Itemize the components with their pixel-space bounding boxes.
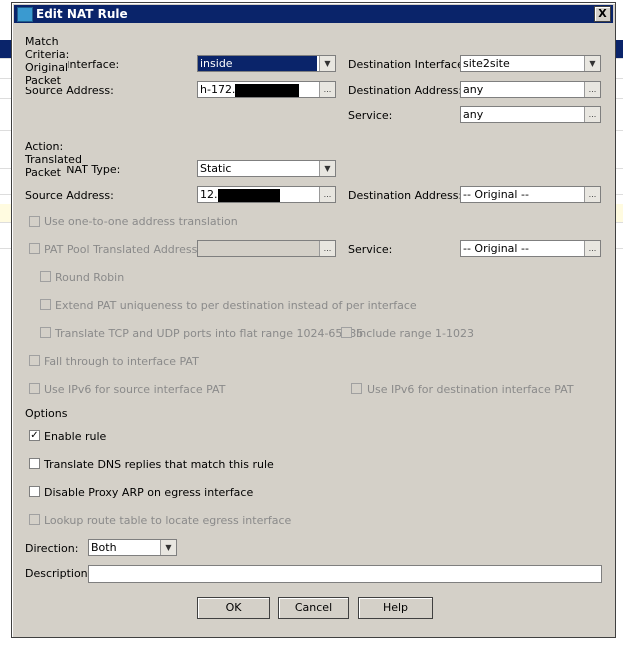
ok-button[interactable]: OK xyxy=(197,597,270,619)
close-button[interactable]: X xyxy=(594,6,611,22)
destination-address-field[interactable]: any... xyxy=(460,81,601,98)
translated-source-address-field[interactable]: 12.... xyxy=(197,186,336,203)
fall-through-label: Fall through to interface PAT xyxy=(44,355,199,368)
browse-button[interactable]: ... xyxy=(584,241,600,256)
help-button[interactable]: Help xyxy=(358,597,433,619)
extend-pat-checkbox[interactable] xyxy=(40,299,51,310)
source-interface-select[interactable]: inside ▼ xyxy=(197,55,336,72)
lookup-route-label: Lookup route table to locate egress inte… xyxy=(44,514,292,527)
service-field[interactable]: any... xyxy=(460,106,601,123)
translated-destination-address-label: Destination Address: xyxy=(348,189,463,202)
disable-proxy-arp-checkbox[interactable] xyxy=(29,486,40,497)
chevron-down-icon[interactable]: ▼ xyxy=(319,56,335,71)
translate-dns-label: Translate DNS replies that match this ru… xyxy=(44,458,274,471)
one-to-one-label: Use one-to-one address translation xyxy=(44,215,238,228)
dialog-title: Edit NAT Rule xyxy=(36,7,128,21)
chevron-down-icon[interactable]: ▼ xyxy=(584,56,600,71)
translate-ports-label: Translate TCP and UDP ports into flat ra… xyxy=(55,327,364,340)
include-range-label: Include range 1-1023 xyxy=(356,327,474,340)
enable-rule-label: Enable rule xyxy=(44,430,107,443)
destination-interface-label: Destination Interface: xyxy=(348,58,468,71)
round-robin-label: Round Robin xyxy=(55,271,125,284)
browse-button[interactable]: ... xyxy=(319,82,335,97)
one-to-one-checkbox[interactable] xyxy=(29,216,40,227)
browse-button[interactable]: ... xyxy=(319,241,335,256)
lookup-route-checkbox[interactable] xyxy=(29,514,40,525)
title-bar[interactable]: Edit NAT Rule X xyxy=(14,5,613,23)
fall-through-checkbox[interactable] xyxy=(29,355,40,366)
ipv6-dest-checkbox[interactable] xyxy=(351,383,362,394)
include-range-checkbox[interactable] xyxy=(341,327,352,338)
app-icon xyxy=(17,7,33,22)
translated-service-field[interactable]: -- Original --... xyxy=(460,240,601,257)
translate-ports-checkbox[interactable] xyxy=(40,327,51,338)
translated-source-address-label: Source Address: xyxy=(25,189,114,202)
description-label: Description: xyxy=(25,567,92,580)
chevron-down-icon[interactable]: ▼ xyxy=(160,540,176,555)
service-label: Service: xyxy=(348,109,393,122)
pat-pool-field[interactable]: ... xyxy=(197,240,336,257)
redacted-block xyxy=(235,83,300,97)
ipv6-source-label: Use IPv6 for source interface PAT xyxy=(44,383,226,396)
direction-select[interactable]: Both ▼ xyxy=(88,539,177,556)
nat-type-select[interactable]: Static ▼ xyxy=(197,160,336,177)
disable-proxy-arp-label: Disable Proxy ARP on egress interface xyxy=(44,486,254,499)
browse-button[interactable]: ... xyxy=(584,107,600,122)
description-input[interactable] xyxy=(88,565,602,583)
redacted-block xyxy=(217,188,280,202)
extend-pat-label: Extend PAT uniqueness to per destination… xyxy=(55,299,417,312)
ipv6-source-checkbox[interactable] xyxy=(29,383,40,394)
direction-label: Direction: xyxy=(25,542,79,555)
pat-pool-checkbox[interactable] xyxy=(29,243,40,254)
destination-interface-select[interactable]: site2site ▼ xyxy=(460,55,601,72)
translated-destination-address-field[interactable]: -- Original --... xyxy=(460,186,601,203)
options-heading: Options xyxy=(25,407,74,420)
translated-service-label: Service: xyxy=(348,243,393,256)
enable-rule-checkbox[interactable]: ✓ xyxy=(29,430,40,441)
source-address-field[interactable]: h-172.... xyxy=(197,81,336,98)
translate-dns-checkbox[interactable] xyxy=(29,458,40,469)
round-robin-checkbox[interactable] xyxy=(40,271,51,282)
chevron-down-icon[interactable]: ▼ xyxy=(319,161,335,176)
ipv6-dest-label: Use IPv6 for destination interface PAT xyxy=(367,383,574,396)
cancel-button[interactable]: Cancel xyxy=(278,597,349,619)
browse-button[interactable]: ... xyxy=(319,187,335,202)
destination-address-label: Destination Address: xyxy=(348,84,463,97)
browse-button[interactable]: ... xyxy=(584,187,600,202)
pat-pool-label: PAT Pool Translated Address: xyxy=(44,243,202,256)
browse-button[interactable]: ... xyxy=(584,82,600,97)
